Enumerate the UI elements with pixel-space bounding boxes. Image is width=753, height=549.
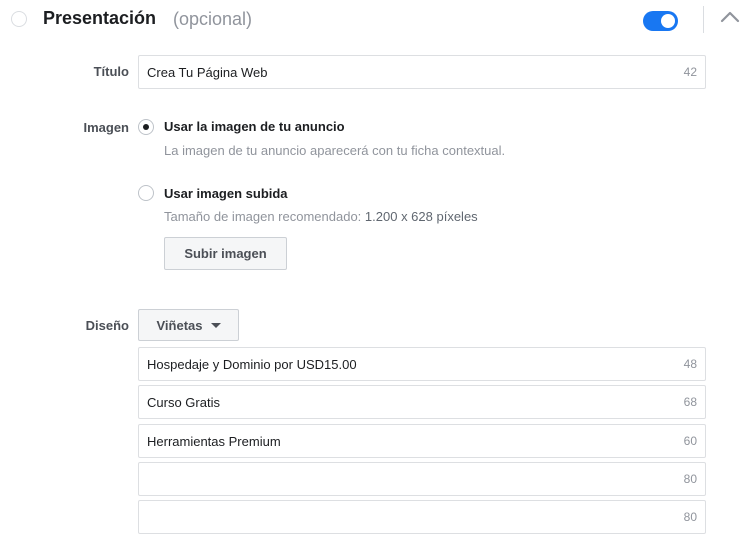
diseno-label: Diseño	[85, 318, 129, 333]
radio-use-ad-image[interactable]	[138, 119, 154, 135]
char-counter: 80	[683, 472, 697, 486]
bullet-field-5[interactable]: 80	[138, 500, 706, 534]
section-toggle[interactable]	[643, 11, 678, 31]
bullet-value: Herramientas Premium	[147, 434, 281, 449]
recommended-size-label: Tamaño de imagen recomendado:	[164, 209, 362, 224]
header-divider	[703, 6, 704, 33]
char-counter: 60	[683, 434, 697, 448]
section-title: Presentación	[43, 8, 157, 28]
section-status-circle	[11, 11, 27, 27]
titulo-field[interactable]: Crea Tu Página Web 42	[138, 55, 706, 89]
chevron-up-icon[interactable]	[720, 10, 740, 24]
bullet-field-2[interactable]: Curso Gratis 68	[138, 385, 706, 419]
option-title-uploaded-image: Usar imagen subida	[164, 186, 288, 201]
char-counter: 48	[683, 357, 697, 371]
char-counter: 68	[683, 395, 697, 409]
option-description-uploaded-image: Tamaño de imagen recomendado: 1.200 x 62…	[164, 209, 478, 224]
upload-image-button[interactable]: Subir imagen	[164, 237, 287, 270]
titulo-label: Título	[93, 64, 129, 79]
section-optional-label: (opcional)	[173, 9, 253, 29]
caret-down-icon	[210, 322, 221, 328]
option-title-ad-image: Usar la imagen de tu anuncio	[164, 119, 345, 134]
toggle-knob	[661, 14, 675, 28]
option-description-ad-image: La imagen de tu anuncio aparecerá con tu…	[164, 143, 506, 158]
char-counter: 80	[683, 510, 697, 524]
titulo-value: Crea Tu Página Web	[147, 65, 268, 80]
design-dropdown-value: Viñetas	[156, 317, 203, 333]
bullet-field-1[interactable]: Hospedaje y Dominio por USD15.00 48	[138, 347, 706, 381]
char-counter: 42	[683, 65, 697, 79]
design-dropdown[interactable]: Viñetas	[138, 309, 239, 341]
radio-uploaded-image[interactable]	[138, 185, 154, 201]
bullet-value: Hospedaje y Dominio por USD15.00	[147, 357, 357, 372]
bullet-field-3[interactable]: Herramientas Premium 60	[138, 424, 706, 458]
recommended-size-value: 1.200 x 628 píxeles	[364, 209, 478, 224]
bullet-value: Curso Gratis	[147, 395, 220, 410]
imagen-label: Imagen	[83, 120, 129, 135]
bullet-field-4[interactable]: 80	[138, 462, 706, 496]
